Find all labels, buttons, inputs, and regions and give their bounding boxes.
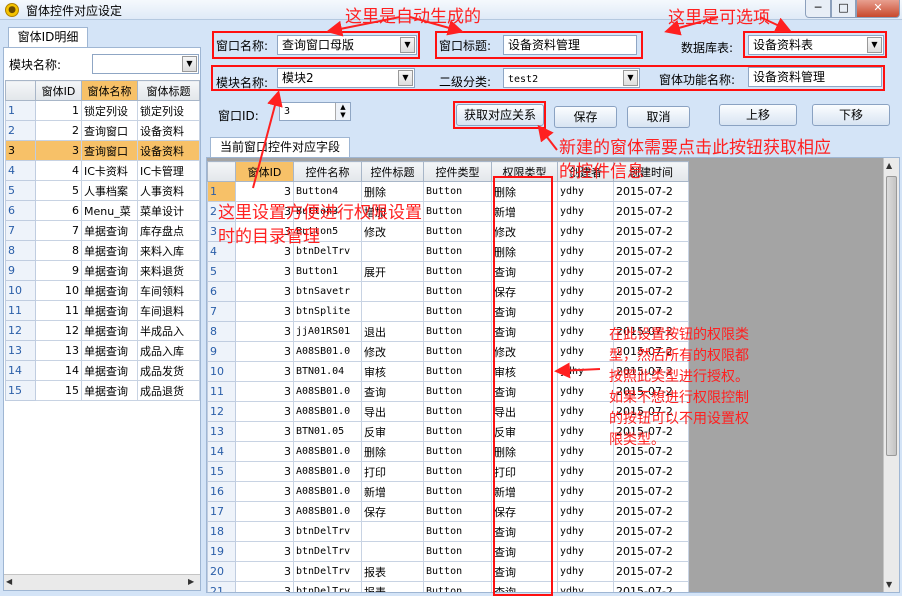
annotation-directory-2: 时的目录管理 xyxy=(218,227,320,247)
arrow-to-fetch xyxy=(537,124,558,151)
annotation-arrows xyxy=(252,16,792,379)
annotation-directory: 这里设置方便进行权限设置 xyxy=(218,203,422,223)
arrow-to-permission xyxy=(554,362,601,379)
annotation-optional: 这里是可选项 xyxy=(668,8,770,28)
annotation-new-window-2: 的控件信息 xyxy=(559,162,644,182)
arrow-to-module xyxy=(252,90,283,189)
annotation-auto: 这里是自动生成的 xyxy=(345,7,481,27)
annotation-permission: 在此设置按钮的权限类型，然后所有的权限都按照此类型进行授权。如果不想进行权限控制… xyxy=(609,327,749,448)
annotation-new-window: 新建的窗体需要点击此按钮获取相应 xyxy=(559,138,831,158)
